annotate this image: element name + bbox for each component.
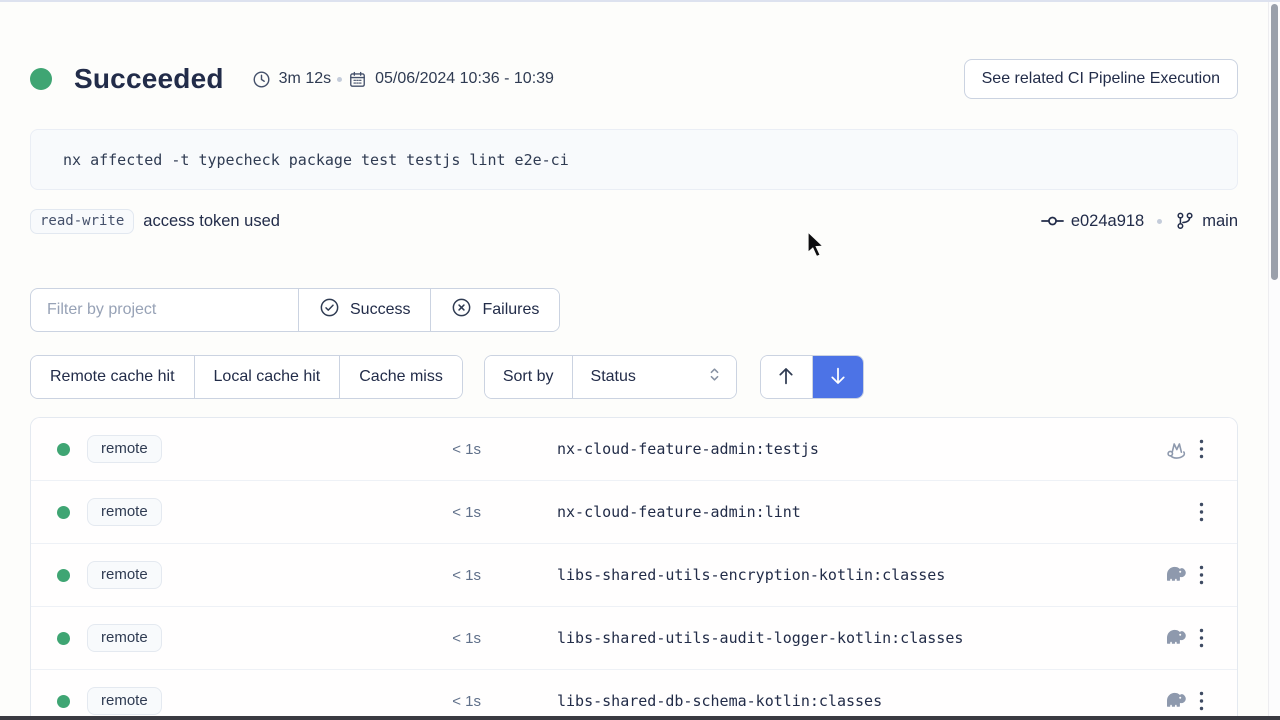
sort-ascending-button[interactable] (761, 356, 812, 398)
calendar-icon (348, 70, 367, 89)
gradle-icon (1164, 565, 1188, 587)
vcs-info: e024a918 main (1041, 211, 1238, 231)
git-branch-icon (1175, 211, 1195, 231)
task-success-dot (57, 569, 70, 582)
task-row[interactable]: remote < 1s libs-shared-utils-encryption… (31, 544, 1237, 607)
clock-icon (252, 70, 271, 89)
task-success-dot (57, 443, 70, 456)
task-row[interactable]: remote < 1s libs-shared-utils-audit-logg… (31, 607, 1237, 670)
status-success-dot (30, 68, 52, 90)
task-menu-button[interactable] (1187, 561, 1215, 589)
cache-source-badge: remote (87, 561, 162, 589)
run-duration-label: 3m 12s (279, 70, 331, 88)
commit-sha[interactable]: e024a918 (1071, 212, 1144, 231)
cache-source-badge: remote (87, 498, 162, 526)
task-menu-button[interactable] (1187, 498, 1215, 526)
run-details-page: Succeeded 3m 12s 05/06/2024 10:36 - 10:3… (0, 2, 1280, 720)
filter-by-project-input[interactable] (31, 289, 298, 331)
task-name[interactable]: libs-shared-db-schema-kotlin:classes (557, 692, 882, 710)
task-duration: < 1s (421, 567, 481, 584)
arrow-up-icon (775, 365, 797, 390)
x-circle-icon (451, 297, 472, 323)
run-date-range-label: 05/06/2024 10:36 - 10:39 (375, 70, 554, 88)
filter-failures-button[interactable]: Failures (430, 289, 559, 331)
run-header: Succeeded 3m 12s 05/06/2024 10:36 - 10:3… (30, 56, 1238, 102)
sort-selected-value: Status (591, 368, 697, 386)
run-duration: 3m 12s (252, 70, 331, 89)
select-chevrons-icon (707, 366, 722, 388)
task-row[interactable]: remote < 1s libs-shared-db-schema-kotlin… (31, 670, 1237, 720)
sort-field-select[interactable]: Status (572, 356, 736, 398)
vertical-scrollbar[interactable] (1268, 2, 1280, 720)
task-list-card: remote < 1s nx-cloud-feature-admin:testj… (30, 417, 1238, 720)
separator-dot (337, 77, 342, 82)
task-row[interactable]: remote < 1s nx-cloud-feature-admin:lint (31, 481, 1237, 544)
task-menu-button[interactable] (1187, 624, 1215, 652)
token-row: read-write access token used e024a918 ma… (30, 207, 1238, 235)
access-token-text: access token used (143, 212, 280, 231)
page-title: Succeeded (74, 63, 224, 95)
filter-row: Success Failures (30, 288, 1238, 332)
sort-descending-button[interactable] (812, 356, 863, 398)
cache-miss-button[interactable]: Cache miss (339, 356, 462, 398)
sort-group: Sort by Status (484, 355, 737, 399)
filter-success-label: Success (350, 301, 410, 319)
sort-direction-group (760, 355, 864, 399)
separator-dot (1157, 219, 1162, 224)
project-filter-group: Success Failures (30, 288, 560, 332)
task-name[interactable]: nx-cloud-feature-admin:lint (557, 503, 801, 521)
gradle-icon (1164, 628, 1188, 650)
run-date-range: 05/06/2024 10:36 - 10:39 (348, 70, 554, 89)
cache-toolbar: Remote cache hit Local cache hit Cache m… (30, 355, 1238, 399)
jest-icon (1164, 439, 1188, 461)
cache-source-badge: remote (87, 435, 162, 463)
access-token-scope-badge: read-write (30, 209, 134, 234)
see-related-ci-pipeline-button[interactable]: See related CI Pipeline Execution (964, 59, 1238, 99)
arrow-down-icon (827, 365, 849, 390)
task-duration: < 1s (421, 441, 481, 458)
window-bottom-edge (0, 716, 1280, 720)
cache-filter-group: Remote cache hit Local cache hit Cache m… (30, 355, 463, 399)
cache-source-badge: remote (87, 624, 162, 652)
task-menu-button[interactable] (1187, 687, 1215, 715)
local-cache-hit-button[interactable]: Local cache hit (194, 356, 340, 398)
check-circle-icon (319, 297, 340, 323)
gradle-icon (1164, 691, 1188, 713)
task-success-dot (57, 632, 70, 645)
scrollbar-thumb[interactable] (1271, 4, 1278, 280)
sort-by-label: Sort by (485, 356, 572, 398)
filter-success-button[interactable]: Success (298, 289, 430, 331)
task-success-dot (57, 695, 70, 708)
commit-icon (1041, 213, 1064, 229)
run-command-text: nx affected -t typecheck package test te… (63, 151, 569, 169)
task-menu-button[interactable] (1187, 435, 1215, 463)
run-command-block: nx affected -t typecheck package test te… (30, 129, 1238, 190)
filter-failures-label: Failures (482, 301, 539, 319)
task-name[interactable]: libs-shared-utils-encryption-kotlin:clas… (557, 566, 945, 584)
mouse-cursor (803, 230, 827, 265)
task-row[interactable]: remote < 1s nx-cloud-feature-admin:testj… (31, 418, 1237, 481)
branch-name[interactable]: main (1202, 212, 1238, 231)
task-success-dot (57, 506, 70, 519)
remote-cache-hit-button[interactable]: Remote cache hit (31, 356, 194, 398)
cache-source-badge: remote (87, 687, 162, 715)
task-name[interactable]: libs-shared-utils-audit-logger-kotlin:cl… (557, 629, 963, 647)
task-duration: < 1s (421, 630, 481, 647)
task-duration: < 1s (421, 693, 481, 710)
task-duration: < 1s (421, 504, 481, 521)
task-name[interactable]: nx-cloud-feature-admin:testjs (557, 440, 819, 458)
